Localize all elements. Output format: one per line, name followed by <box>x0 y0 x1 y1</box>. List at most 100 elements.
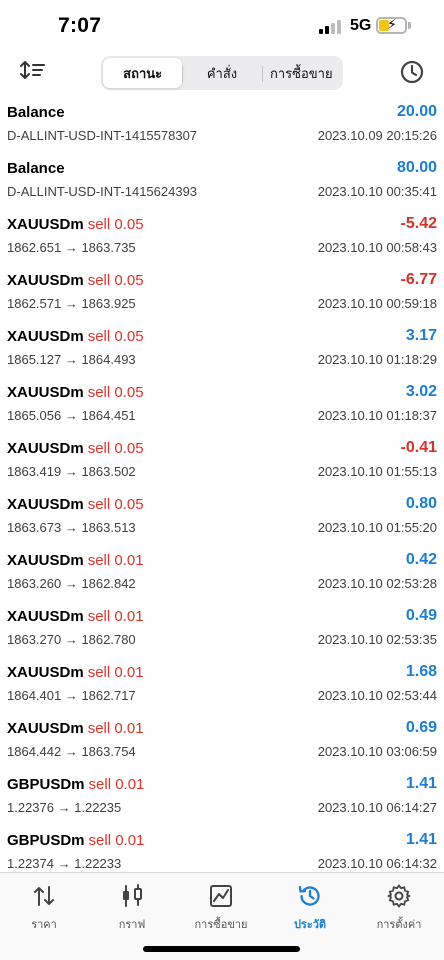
history-row[interactable]: XAUUSDm sell 0.01 1864.401 → 1862.717 1.68 2… <box>0 658 444 714</box>
row-symbol: XAUUSDm <box>7 496 84 513</box>
history-row[interactable]: XAUUSDm sell 0.05 1865.056 → 1864.451 3.02 2… <box>0 378 444 434</box>
history-filter-segmented-control: สถานะ คำสั่ง การซื้อขาย <box>101 56 343 90</box>
row-symbol: XAUUSDm <box>7 384 84 401</box>
tab-label: การซื้อขาย <box>194 919 248 931</box>
tab-trade[interactable]: การซื้อขาย <box>177 883 265 933</box>
history-row[interactable]: XAUUSDm sell 0.01 1863.270 → 1862.780 0.49 2… <box>0 602 444 658</box>
row-timestamp: 2023.10.10 06:14:32 <box>317 856 437 871</box>
row-timestamp: 2023.10.10 02:53:35 <box>317 632 437 647</box>
history-row[interactable]: XAUUSDm sell 0.05 1863.419 → 1863.502 -0.41… <box>0 434 444 490</box>
history-toolbar: สถานะ คำสั่ง การซื้อขาย <box>0 54 444 92</box>
tab-settings[interactable]: การตั้งค่า <box>355 883 443 933</box>
row-profit: 1.41 <box>405 775 437 792</box>
row-timestamp: 2023.10.10 02:53:44 <box>317 688 437 703</box>
row-symbol-line: XAUUSDm sell 0.05 <box>7 496 144 513</box>
row-symbol: XAUUSDm <box>7 664 84 681</box>
history-row[interactable]: XAUUSDm sell 0.05 1862.651 → 1863.735 -5.42… <box>0 210 444 266</box>
history-row[interactable]: Balance D-ALLINT-USD-INT-1415578307 20.00 2… <box>0 98 444 154</box>
row-symbol: XAUUSDm <box>7 608 84 625</box>
row-trade-side: sell 0.01 <box>87 720 144 737</box>
battery-tip <box>408 22 411 29</box>
row-timestamp: 2023.10.10 00:58:43 <box>317 240 437 255</box>
row-symbol-line: XAUUSDm sell 0.05 <box>7 328 144 345</box>
row-symbol-line: XAUUSDm sell 0.01 <box>7 664 144 681</box>
history-row[interactable]: XAUUSDm sell 0.01 1864.442 → 1863.754 0.69 2… <box>0 714 444 770</box>
network-type: 5G <box>350 17 372 34</box>
row-profit: -0.41 <box>400 439 437 456</box>
row-symbol-line: Balance <box>7 160 65 177</box>
row-detail: 1864.401 → 1862.717 <box>7 688 136 703</box>
row-detail: 1.22374 → 1.22233 <box>7 856 122 871</box>
candlestick-chart-icon <box>123 884 142 907</box>
row-symbol: Balance <box>7 104 65 121</box>
row-detail: 1863.419 → 1863.502 <box>7 464 136 479</box>
row-detail: 1865.127 → 1864.493 <box>7 352 136 367</box>
row-detail: D-ALLINT-USD-INT-1415578307 <box>7 128 198 143</box>
row-trade-side: sell 0.01 <box>87 552 144 569</box>
row-symbol: XAUUSDm <box>7 720 84 737</box>
row-symbol-line: XAUUSDm sell 0.05 <box>7 216 144 233</box>
row-profit: 20.00 <box>396 103 437 120</box>
history-row[interactable]: XAUUSDm sell 0.01 1863.260 → 1862.842 0.42 2… <box>0 546 444 602</box>
row-trade-side: sell 0.05 <box>87 272 144 289</box>
row-profit: 1.41 <box>405 831 437 848</box>
row-profit: 1.68 <box>405 663 437 680</box>
sort-button[interactable] <box>18 58 48 86</box>
history-list: Balance D-ALLINT-USD-INT-1415578307 20.00 2… <box>0 98 444 882</box>
cellular-signal-icon <box>319 20 341 34</box>
status-bar: 7:07 5G ⚡ <box>0 0 444 50</box>
row-timestamp: 2023.10.10 01:18:29 <box>317 352 437 367</box>
status-time: 7:07 <box>58 14 102 37</box>
row-profit: -6.77 <box>400 271 437 288</box>
row-symbol-line: XAUUSDm sell 0.05 <box>7 384 144 401</box>
history-clock-icon <box>298 885 320 906</box>
row-symbol-line: XAUUSDm sell 0.01 <box>7 552 144 569</box>
tab-charts[interactable]: กราฟ <box>88 883 176 933</box>
row-profit: 0.80 <box>405 495 437 512</box>
row-timestamp: 2023.10.10 00:35:41 <box>317 184 437 199</box>
home-indicator <box>143 946 300 952</box>
row-symbol: XAUUSDm <box>7 552 84 569</box>
row-detail: 1862.651 → 1863.735 <box>7 240 136 255</box>
row-symbol: GBPUSDm <box>7 832 85 849</box>
tab-label: ประวัติ <box>293 919 327 931</box>
row-profit: 0.42 <box>405 551 437 568</box>
row-timestamp: 2023.10.10 01:18:37 <box>317 408 437 423</box>
history-row[interactable]: Balance D-ALLINT-USD-INT-1415624393 80.00 2… <box>0 154 444 210</box>
clock-icon <box>400 60 424 84</box>
tab-history[interactable]: ประวัติ <box>266 883 354 933</box>
row-symbol-line: GBPUSDm sell 0.01 <box>7 832 144 849</box>
tab-quotes[interactable]: ราคา <box>0 883 88 933</box>
history-row[interactable]: XAUUSDm sell 0.05 1863.673 → 1863.513 0.80 2… <box>0 490 444 546</box>
row-detail: 1863.260 → 1862.842 <box>7 576 136 591</box>
row-trade-side: sell 0.05 <box>87 440 144 457</box>
row-symbol: GBPUSDm <box>7 776 85 793</box>
row-symbol: XAUUSDm <box>7 272 84 289</box>
row-trade-side: sell 0.05 <box>87 384 144 401</box>
history-row[interactable]: GBPUSDm sell 0.01 1.22376 → 1.22235 1.41 202… <box>0 770 444 826</box>
row-symbol-line: Balance <box>7 104 65 121</box>
row-symbol-line: XAUUSDm sell 0.01 <box>7 608 144 625</box>
row-detail: 1.22376 → 1.22235 <box>7 800 122 815</box>
period-button[interactable] <box>397 57 427 87</box>
segment-deals[interactable]: การซื้อขาย <box>261 58 341 88</box>
row-trade-side: sell 0.05 <box>87 328 144 345</box>
row-profit: 0.69 <box>405 719 437 736</box>
segment-orders[interactable]: คำสั่ง <box>182 58 261 88</box>
row-symbol-line: XAUUSDm sell 0.05 <box>7 440 144 457</box>
row-profit: 80.00 <box>396 159 437 176</box>
trade-chart-icon <box>210 885 232 907</box>
row-symbol: XAUUSDm <box>7 328 84 345</box>
row-trade-side: sell 0.01 <box>87 608 144 625</box>
segment-positions[interactable]: สถานะ <box>103 58 183 88</box>
row-profit: 0.49 <box>405 607 437 624</box>
row-profit: -5.42 <box>400 215 437 232</box>
history-row[interactable]: XAUUSDm sell 0.05 1862.571 → 1863.925 -6.77… <box>0 266 444 322</box>
row-detail: 1862.571 → 1863.925 <box>7 296 136 311</box>
history-row[interactable]: XAUUSDm sell 0.05 1865.127 → 1864.493 3.17 2… <box>0 322 444 378</box>
row-trade-side: sell 0.01 <box>88 832 145 849</box>
row-profit: 3.17 <box>405 327 437 344</box>
row-timestamp: 2023.10.09 20:15:26 <box>317 128 437 143</box>
row-detail: 1864.442 → 1863.754 <box>7 744 136 759</box>
row-symbol-line: GBPUSDm sell 0.01 <box>7 776 144 793</box>
